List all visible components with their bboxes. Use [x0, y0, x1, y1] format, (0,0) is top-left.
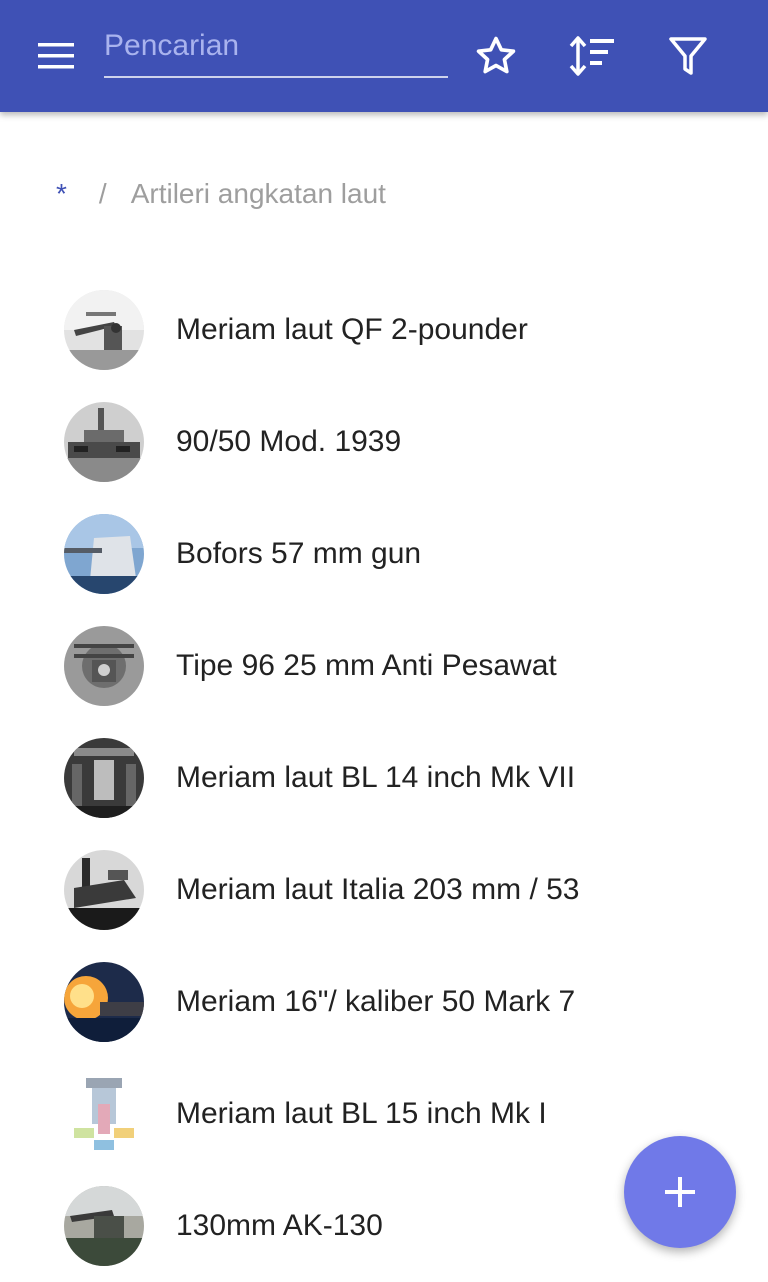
app-bar	[0, 0, 768, 112]
item-label: Meriam laut BL 14 inch Mk VII	[176, 761, 576, 794]
menu-icon	[38, 43, 74, 69]
list-item[interactable]: Meriam 16"/ kaliber 50 Mark 7	[0, 946, 768, 1058]
breadcrumb-root[interactable]: *	[56, 178, 67, 210]
item-label: Meriam laut QF 2-pounder	[176, 313, 528, 346]
search-input[interactable]	[104, 22, 448, 78]
breadcrumb-current: Artileri angkatan laut	[130, 178, 386, 209]
list-item[interactable]: Tipe 96 25 mm Anti Pesawat	[0, 610, 768, 722]
filter-button[interactable]	[660, 28, 716, 84]
item-list: Meriam laut QF 2-pounder 90/50 Mod. 1939	[0, 274, 768, 1282]
item-thumbnail	[64, 1074, 144, 1154]
item-thumbnail	[64, 1186, 144, 1266]
list-item[interactable]: Meriam laut QF 2-pounder	[0, 274, 768, 386]
item-label: 90/50 Mod. 1939	[176, 425, 402, 458]
star-icon	[476, 36, 516, 74]
item-label: Tipe 96 25 mm Anti Pesawat	[176, 649, 557, 682]
list-item[interactable]: 90/50 Mod. 1939	[0, 386, 768, 498]
add-button[interactable]	[624, 1136, 736, 1248]
item-thumbnail	[64, 290, 144, 370]
add-icon	[665, 1177, 695, 1207]
item-label: Meriam 16"/ kaliber 50 Mark 7	[176, 985, 576, 1018]
item-thumbnail	[64, 738, 144, 818]
menu-button[interactable]	[28, 28, 84, 84]
sort-icon	[569, 36, 614, 76]
list-item[interactable]: Meriam laut BL 14 inch Mk VII	[0, 722, 768, 834]
favorites-button[interactable]	[468, 28, 524, 84]
item-thumbnail	[64, 850, 144, 930]
item-label: Meriam laut BL 15 inch Mk I	[176, 1097, 547, 1130]
item-label: 130mm AK-130	[176, 1209, 383, 1242]
list-item[interactable]: Bofors 57 mm gun	[0, 498, 768, 610]
filter-icon	[669, 37, 707, 75]
breadcrumb: * / Artileri angkatan laut	[56, 178, 386, 210]
item-thumbnail	[64, 626, 144, 706]
search-container	[104, 22, 448, 82]
sort-button[interactable]	[564, 28, 620, 84]
item-thumbnail	[64, 962, 144, 1042]
breadcrumb-separator: /	[98, 178, 107, 209]
item-label: Meriam laut Italia 203 mm / 53	[176, 873, 580, 906]
item-thumbnail	[64, 402, 144, 482]
list-item[interactable]: Meriam laut Italia 203 mm / 53	[0, 834, 768, 946]
item-label: Bofors 57 mm gun	[176, 537, 422, 570]
item-thumbnail	[64, 514, 144, 594]
